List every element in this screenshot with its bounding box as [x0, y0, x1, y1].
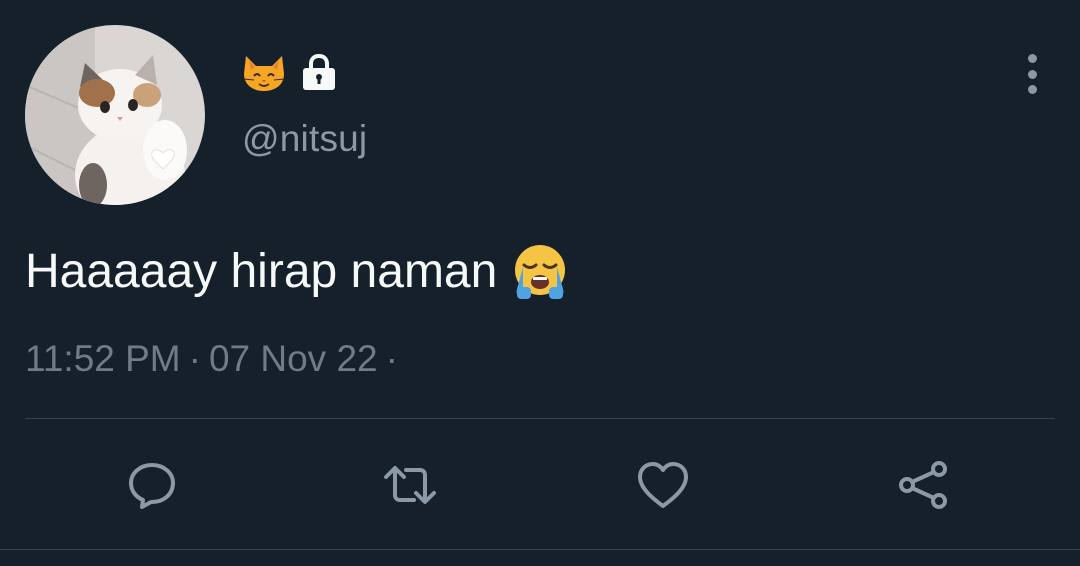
display-name[interactable]: [242, 52, 338, 92]
more-options-button[interactable]: [1012, 52, 1052, 96]
like-button[interactable]: [633, 455, 693, 515]
tweet-actions: [0, 455, 1080, 515]
tweet-timestamp[interactable]: 11:52 PM · 07 Nov 22 ·: [25, 338, 398, 380]
lock-icon: [303, 53, 335, 90]
reply-button[interactable]: [122, 455, 182, 515]
tweet-detail: @nitsuj Haaaaay hirap naman 11:52 PM · 0…: [0, 0, 1080, 566]
more-dot-icon: [1027, 85, 1037, 94]
meta-separator: ·: [385, 338, 398, 379]
avatar[interactable]: [25, 25, 205, 205]
more-dot-icon: [1027, 54, 1037, 63]
loudly-crying-face-emoji-icon: [515, 245, 566, 299]
retweet-button[interactable]: [380, 455, 440, 515]
avatar-cat-photo: [25, 25, 205, 205]
tweet-date: 07 Nov 22: [208, 338, 378, 379]
tweet-time: 11:52 PM: [25, 338, 181, 379]
meta-separator: ·: [188, 338, 201, 379]
divider: [25, 418, 1055, 419]
like-icon: [638, 462, 688, 508]
tweet-text: Haaaaay hirap naman: [25, 245, 498, 298]
divider: [0, 549, 1080, 550]
share-button[interactable]: [893, 455, 953, 515]
reply-icon: [129, 463, 175, 509]
retweet-icon: [384, 466, 436, 504]
share-icon: [899, 461, 947, 509]
user-handle[interactable]: @nitsuj: [242, 118, 367, 160]
more-dot-icon: [1027, 69, 1037, 79]
cat-face-emoji-icon: [243, 56, 285, 91]
tweet-body: Haaaaay hirap naman: [25, 240, 569, 304]
